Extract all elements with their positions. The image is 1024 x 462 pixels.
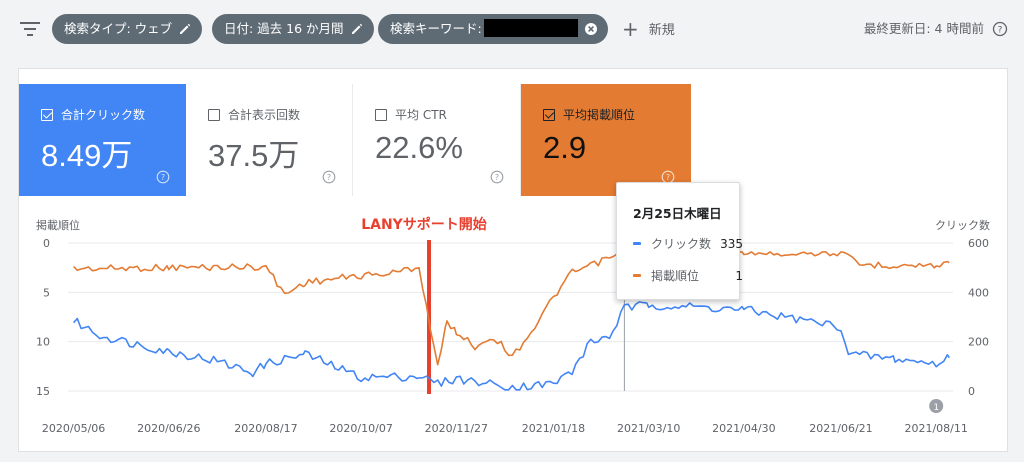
help-icon[interactable]: ? — [992, 21, 1008, 37]
metric-label-row: 平均掲載順位 — [543, 106, 635, 123]
x-tick-label: 2020/11/27 — [425, 422, 488, 435]
filter-icon[interactable] — [20, 20, 40, 38]
svg-text:?: ? — [161, 173, 165, 182]
pencil-icon[interactable] — [350, 22, 364, 36]
close-circle-icon[interactable] — [584, 22, 598, 36]
pencil-icon[interactable] — [178, 22, 192, 36]
annotation-label: LANYサポート開始 — [361, 216, 487, 233]
metric-label: 平均 CTR — [395, 108, 447, 122]
metric-label-row: 合計クリック数 — [41, 106, 145, 123]
checkbox-icon[interactable] — [41, 108, 53, 121]
new-filter-button[interactable]: + 新規 — [622, 14, 675, 44]
toolbar: 検索タイプ: ウェブ 日付: 過去 16 か月間 検索キーワード: + 新規 最終… — [0, 0, 1024, 58]
checkbox-icon[interactable] — [208, 108, 220, 121]
x-tick-label: 2021/01/18 — [522, 422, 585, 435]
tooltip-date: 2月25日木曜日 — [633, 206, 722, 221]
x-tick-label: 2020/08/17 — [234, 422, 297, 435]
help-icon[interactable]: ? — [322, 170, 336, 184]
x-tick-label: 2021/03/10 — [617, 422, 680, 435]
legend-swatch — [633, 242, 641, 245]
left-tick-label: 10 — [36, 336, 50, 349]
tooltip-row-position: 掲載順位 1 — [633, 267, 743, 284]
chip-label: 検索タイプ: ウェブ — [64, 21, 173, 36]
tooltip-label: 掲載順位 — [651, 269, 700, 283]
metric-value: 22.6% — [375, 130, 463, 165]
checkbox-icon[interactable] — [375, 108, 387, 121]
tooltip-value: 1 — [735, 268, 743, 283]
chip-label: 検索キーワード: — [390, 21, 482, 36]
metric-label: 合計表示回数 — [228, 108, 301, 122]
x-tick-label: 2021/04/30 — [712, 422, 775, 435]
legend-swatch — [633, 274, 641, 277]
chip-date[interactable]: 日付: 過去 16 か月間 — [212, 14, 374, 44]
x-tick-label: 2020/06/26 — [137, 422, 200, 435]
checkbox-icon[interactable] — [543, 108, 555, 121]
svg-text:?: ? — [998, 26, 1003, 36]
metric-label: 平均掲載順位 — [563, 108, 636, 122]
metric-label-row: 平均 CTR — [375, 106, 447, 123]
left-tick-label: 0 — [43, 237, 50, 250]
last-updated: 最終更新日: 4 時間前 — [863, 21, 984, 36]
annotation-badge-label: 1 — [933, 403, 939, 413]
new-label: 新規 — [648, 23, 675, 38]
help-icon[interactable]: ? — [490, 170, 504, 184]
svg-text:?: ? — [666, 173, 670, 182]
redacted-keyword — [483, 19, 578, 37]
right-axis-title: クリック数 — [935, 219, 990, 232]
tooltip-label: クリック数 — [651, 237, 712, 251]
metric-average-ctr[interactable]: 平均 CTR 22.6% ? — [353, 84, 521, 196]
right-tick-label: 0 — [968, 385, 975, 398]
help-icon[interactable]: ? — [156, 170, 170, 184]
x-tick-label: 2021/08/11 — [904, 422, 967, 435]
metric-total-clicks[interactable]: 合計クリック数 8.49万 ? — [19, 84, 186, 196]
plus-icon: + — [622, 17, 639, 41]
chip-search-type[interactable]: 検索タイプ: ウェブ — [52, 14, 203, 44]
left-tick-label: 5 — [43, 286, 50, 299]
metric-label: 合計クリック数 — [61, 108, 146, 122]
metric-value: 8.49万 — [41, 138, 133, 173]
metric-average-position[interactable]: 平均掲載順位 2.9 ? — [521, 84, 691, 196]
chip-label: 日付: 過去 16 か月間 — [224, 21, 344, 36]
series-line-position — [73, 251, 950, 366]
svg-text:?: ? — [495, 173, 499, 182]
performance-chart[interactable]: 掲載順位 クリック数05101560040020002020/05/06 2020/… — [18, 196, 1008, 446]
tooltip-row-clicks: クリック数 335 — [633, 235, 743, 252]
metric-total-impressions[interactable]: 合計表示回数 37.5万 ? — [186, 84, 353, 196]
series-line-clicks — [72, 301, 950, 391]
chip-query[interactable]: 検索キーワード: — [378, 14, 608, 44]
svg-text:?: ? — [327, 173, 331, 182]
chart-tooltip: 2月25日木曜日 クリック数 335 掲載順位 1 — [616, 182, 743, 300]
x-tick-label: 2021/06/21 — [809, 422, 872, 435]
left-axis-title: 掲載順位 — [36, 218, 80, 232]
metric-value: 37.5万 — [208, 138, 300, 173]
metric-value: 2.9 — [543, 130, 587, 165]
left-tick-label: 15 — [36, 385, 50, 398]
right-tick-label: 200 — [968, 336, 989, 349]
x-tick-label: 2020/05/06 — [42, 422, 105, 435]
x-tick-label: 2020/10/07 — [329, 422, 392, 435]
right-tick-label: 400 — [968, 286, 989, 299]
right-tick-label: 600 — [968, 237, 989, 250]
metric-label-row: 合計表示回数 — [208, 106, 300, 123]
tooltip-value: 335 — [720, 236, 743, 251]
